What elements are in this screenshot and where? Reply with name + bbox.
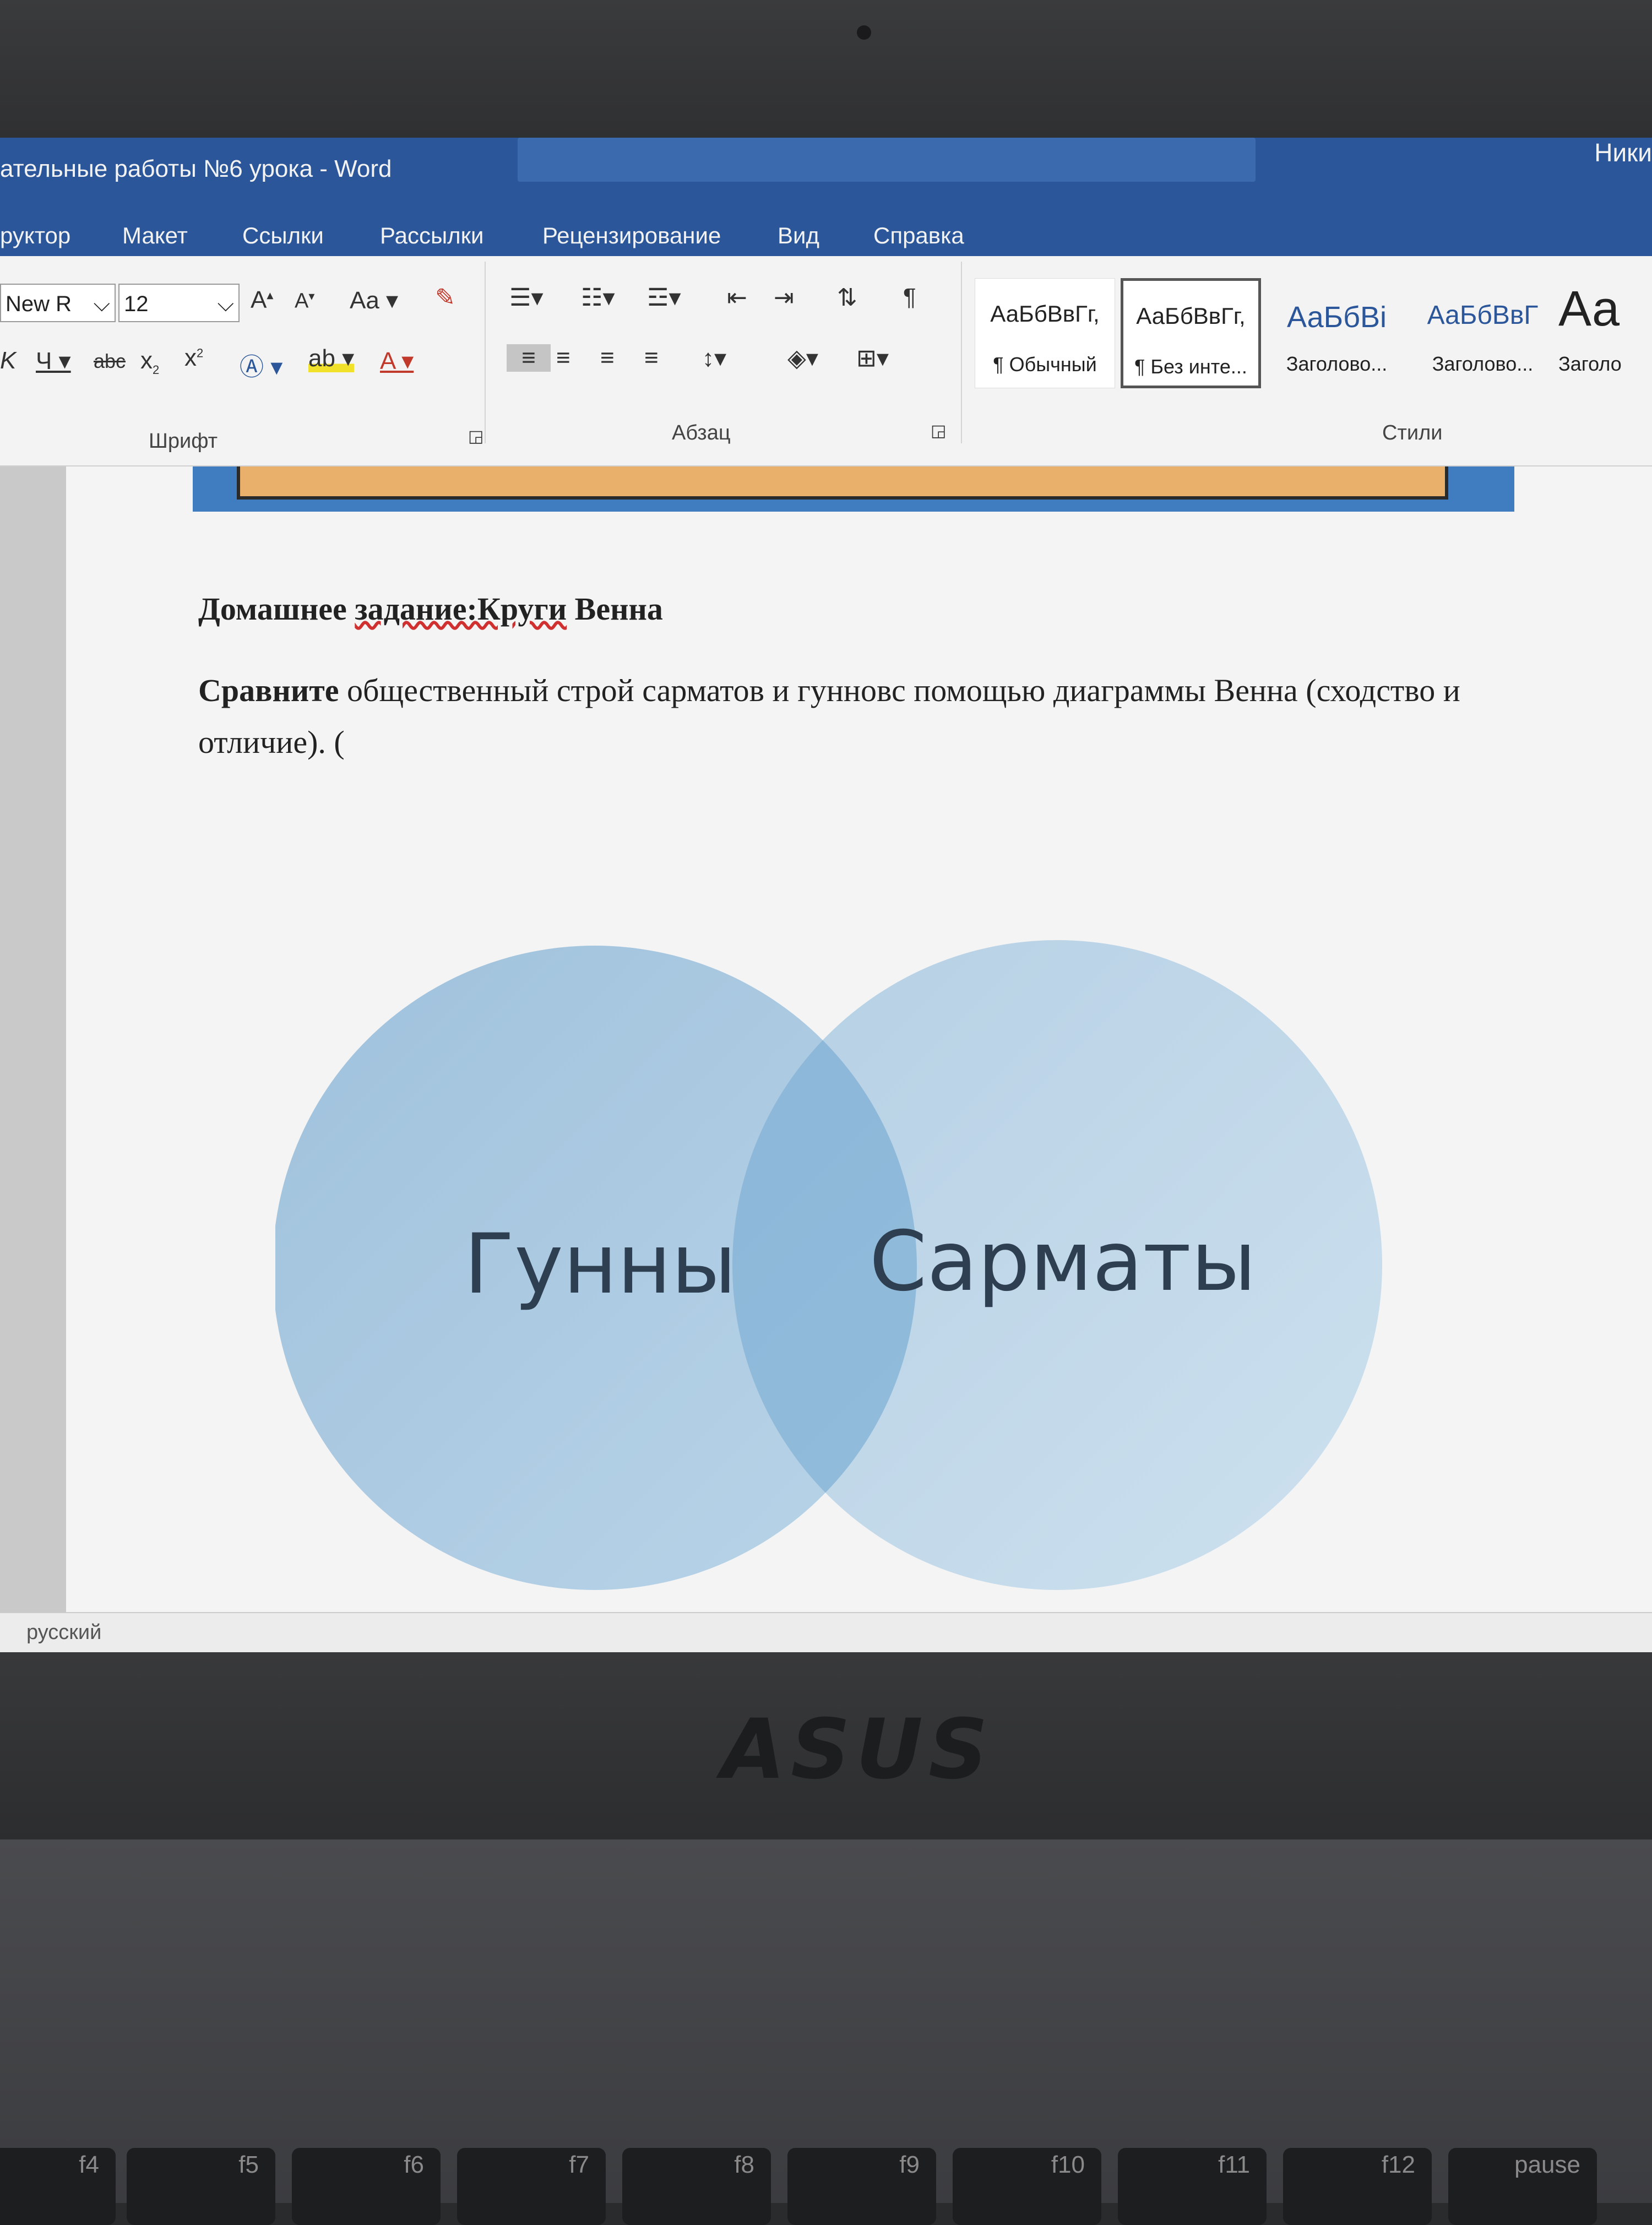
task-text: общественный строй сарматов и гунновс по…: [198, 672, 1460, 760]
font-name: New R: [6, 292, 72, 316]
task-bold: Сравните: [198, 672, 339, 708]
increase-indent-icon[interactable]: ⇥: [774, 284, 794, 312]
key-f6[interactable]: f6: [292, 2148, 441, 2225]
tab-layout[interactable]: Макет: [122, 223, 188, 249]
status-language[interactable]: русский: [26, 1621, 101, 1645]
style-preview: Аа: [1558, 281, 1620, 337]
style-preview: АаБбВвГ: [1427, 301, 1539, 330]
clear-formatting-icon[interactable]: ✎: [435, 284, 455, 312]
font-size: 12: [124, 292, 149, 316]
embedded-image[interactable]: [193, 466, 1514, 512]
user-name[interactable]: Ники: [1594, 138, 1652, 167]
font-size-box[interactable]: 12 ⌵: [118, 284, 240, 322]
chevron-down-icon[interactable]: ⌵: [218, 285, 234, 323]
sort-icon[interactable]: ⇅: [837, 284, 857, 312]
tab-references[interactable]: Ссылки: [242, 223, 324, 249]
chevron-down-icon[interactable]: ⌵: [94, 285, 110, 323]
key-f4[interactable]: f4: [0, 2148, 116, 2225]
line-spacing-icon[interactable]: ↕▾: [702, 344, 726, 372]
underline-icon[interactable]: Ч ▾: [36, 347, 71, 375]
highlight-icon[interactable]: ab ▾: [308, 344, 355, 372]
venn-diagram[interactable]: Гунны Сарматы: [275, 929, 1487, 1618]
dialog-launcher-icon[interactable]: ◲: [468, 427, 483, 446]
strikethrough-icon[interactable]: abc: [94, 350, 126, 373]
text-effects-icon[interactable]: Ⓐ ▾: [240, 347, 282, 382]
key-f5[interactable]: f5: [127, 2148, 275, 2225]
multilevel-list-icon[interactable]: ☲▾: [647, 284, 681, 312]
key-f11[interactable]: f11: [1118, 2148, 1267, 2225]
font-name-box[interactable]: New R ⌵: [0, 284, 116, 322]
style-title[interactable]: Аа Заголо: [1558, 278, 1652, 388]
grow-font-icon[interactable]: A▴: [251, 286, 273, 314]
change-case-button[interactable]: Aa ▾: [350, 286, 398, 314]
window-title: ательные работы №6 урока - Word: [0, 155, 392, 182]
key-f12[interactable]: f12: [1283, 2148, 1432, 2225]
document-area[interactable]: Домашнее задание:Круги Венна Сравните об…: [0, 466, 1652, 1612]
style-preview: АаБбВвГг,: [990, 301, 1100, 327]
borders-icon[interactable]: ⊞▾: [856, 344, 889, 372]
show-marks-icon[interactable]: ¶: [903, 284, 916, 311]
spellcheck-word: задание:Круги: [355, 591, 567, 627]
style-preview: АаБбВі: [1286, 301, 1387, 334]
dialog-launcher-icon[interactable]: ◲: [931, 421, 946, 441]
italic-icon[interactable]: K: [0, 347, 16, 375]
homework-heading: Домашнее задание:Круги Венна: [198, 591, 663, 627]
tab-review[interactable]: Рецензирование: [542, 223, 721, 249]
key-f10[interactable]: f10: [953, 2148, 1101, 2225]
divider: [485, 262, 486, 443]
style-preview: АаБбВвГг,: [1136, 303, 1246, 329]
tab-view[interactable]: Вид: [778, 223, 819, 249]
key-pause[interactable]: pause: [1448, 2148, 1597, 2225]
subscript-icon[interactable]: x2: [140, 347, 159, 377]
style-name: Заголово...: [1286, 352, 1388, 375]
justify-icon[interactable]: ≡: [644, 344, 659, 372]
group-label-styles: Стили: [1382, 421, 1443, 444]
group-label-paragraph: Абзац: [672, 421, 731, 444]
ribbon: New R ⌵ 12 ⌵ A▴ A▾ Aa ▾ ✎ K Ч ▾ abc x2 x…: [0, 256, 1652, 466]
key-f7[interactable]: f7: [457, 2148, 606, 2225]
superscript-icon[interactable]: x2: [184, 344, 203, 372]
tab-mailings[interactable]: Рассылки: [380, 223, 484, 249]
key-f8[interactable]: f8: [622, 2148, 771, 2225]
laptop-bottom-bezel: ASUS: [0, 1652, 1652, 1839]
document-page[interactable]: Домашнее задание:Круги Венна Сравните об…: [66, 466, 1652, 1612]
screen: ательные работы №6 урока - Word Ники рук…: [0, 138, 1652, 1652]
align-center-icon[interactable]: ≡: [556, 344, 570, 372]
style-name: Заголово...: [1432, 352, 1534, 375]
venn-label-left: Гунны: [464, 1217, 737, 1312]
style-normal[interactable]: АаБбВвГг, ¶ Обычный: [975, 278, 1115, 388]
webcam: [857, 25, 871, 40]
search-box[interactable]: [518, 138, 1256, 182]
style-name: ¶ Без инте...: [1134, 355, 1247, 378]
shading-icon[interactable]: ◈▾: [787, 344, 818, 372]
style-name: ¶ Обычный: [993, 353, 1097, 376]
keyboard: f4 f5 f6 f7 f8 f9 f10 f11 f12 pause: [0, 1839, 1652, 2225]
style-no-spacing[interactable]: АаБбВвГг, ¶ Без инте...: [1121, 278, 1261, 388]
decrease-indent-icon[interactable]: ⇤: [727, 284, 747, 312]
venn-label-right: Сарматы: [870, 1214, 1257, 1310]
tab-design[interactable]: руктор: [0, 223, 70, 249]
font-color-icon[interactable]: A ▾: [380, 347, 414, 375]
shrink-font-icon[interactable]: A▾: [295, 289, 314, 313]
group-label-font: Шрифт: [149, 430, 218, 453]
divider: [961, 262, 962, 443]
style-heading-2[interactable]: АаБбВвГ Заголово...: [1412, 278, 1553, 388]
style-name: Заголо: [1558, 352, 1622, 375]
style-heading-1[interactable]: АаБбВі Заголово...: [1267, 278, 1407, 388]
bullets-icon[interactable]: ☰▾: [509, 284, 544, 312]
align-right-icon[interactable]: ≡: [600, 344, 615, 372]
key-f9[interactable]: f9: [787, 2148, 936, 2225]
numbering-icon[interactable]: ☷▾: [581, 284, 615, 312]
laptop-top-bezel: [0, 0, 1652, 138]
task-paragraph: Сравните общественный строй сарматов и г…: [198, 665, 1575, 768]
brand-logo: ASUS: [721, 1702, 993, 1798]
tab-help[interactable]: Справка: [873, 223, 964, 249]
title-bar: ательные работы №6 урока - Word Ники: [0, 138, 1652, 220]
status-bar: русский: [0, 1612, 1652, 1652]
align-left-icon[interactable]: ≡: [507, 344, 551, 372]
